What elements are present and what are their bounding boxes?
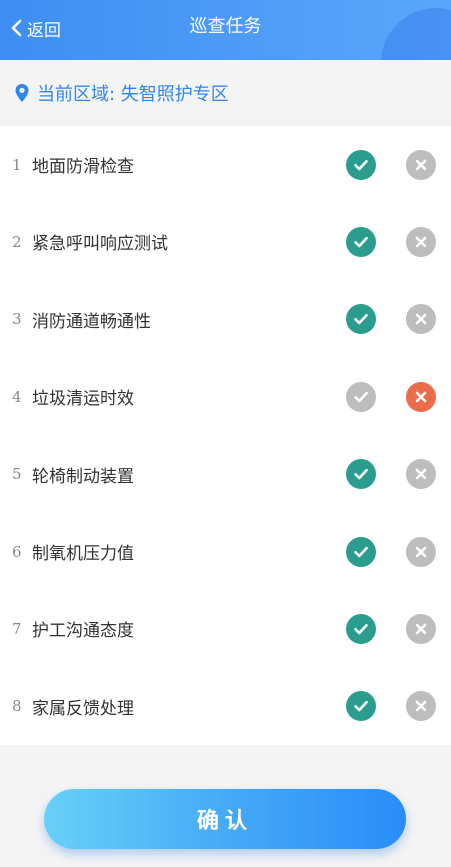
check-icon[interactable] <box>346 226 376 257</box>
task-name: 轮椅制动装置 <box>32 466 134 487</box>
task-row: 4 垃圾清运时效 <box>0 358 451 435</box>
check-icon[interactable] <box>346 149 376 180</box>
page-title: 巡查任务 <box>189 16 262 37</box>
task-name: 家属反馈处理 <box>32 698 134 719</box>
confirm-button[interactable]: 确认 <box>44 789 406 849</box>
task-row: 8 家属反馈处理 <box>0 668 451 745</box>
task-row: 5 轮椅制动装置 <box>0 436 451 513</box>
close-icon[interactable] <box>406 381 436 412</box>
task-name: 垃圾清运时效 <box>32 389 134 410</box>
task-row: 1 地面防滑检查 <box>0 126 451 203</box>
task-number: 2 <box>12 232 22 251</box>
task-row: 7 护工沟通态度 <box>0 590 451 667</box>
location-pin-icon <box>14 83 30 103</box>
task-number: 4 <box>12 387 22 406</box>
task-number: 5 <box>12 465 22 484</box>
check-icon[interactable] <box>346 691 376 722</box>
close-icon[interactable] <box>406 613 436 644</box>
current-area-label: 当前区域: 失智照护专区 <box>37 84 229 105</box>
task-number: 6 <box>12 542 22 561</box>
task-name: 护工沟通态度 <box>32 621 134 642</box>
task-name: 紧急呼叫响应测试 <box>32 234 168 255</box>
close-icon[interactable] <box>406 459 436 490</box>
close-icon[interactable] <box>406 536 436 567</box>
app-header: 返回 巡查任务 <box>0 0 451 60</box>
current-area-bar: 当前区域: 失智照护专区 <box>0 60 451 126</box>
task-number: 7 <box>12 619 22 638</box>
check-icon[interactable] <box>346 613 376 644</box>
check-icon[interactable] <box>346 459 376 490</box>
task-row: 6 制氧机压力值 <box>0 513 451 590</box>
task-number: 1 <box>12 155 22 174</box>
task-name: 地面防滑检查 <box>32 157 134 177</box>
check-icon[interactable] <box>346 381 376 412</box>
task-row: 3 消防通道畅通性 <box>0 281 451 358</box>
task-name: 消防通道畅通性 <box>32 311 151 332</box>
task-list: 1 地面防滑检查 2 紧急呼叫响应测试 3 消防通道畅通性 4 垃圾清运时效 5 轮椅制动装置 6 制… <box>0 126 451 745</box>
task-number: 3 <box>12 310 22 329</box>
task-number: 8 <box>12 697 22 716</box>
footer: 确认 <box>0 745 451 867</box>
task-name: 制氧机压力值 <box>32 544 134 564</box>
close-icon[interactable] <box>406 226 436 257</box>
close-icon[interactable] <box>406 691 436 722</box>
close-icon[interactable] <box>406 149 436 180</box>
check-icon[interactable] <box>346 304 376 335</box>
task-row: 2 紧急呼叫响应测试 <box>0 203 451 280</box>
check-icon[interactable] <box>346 536 376 567</box>
close-icon[interactable] <box>406 304 436 335</box>
